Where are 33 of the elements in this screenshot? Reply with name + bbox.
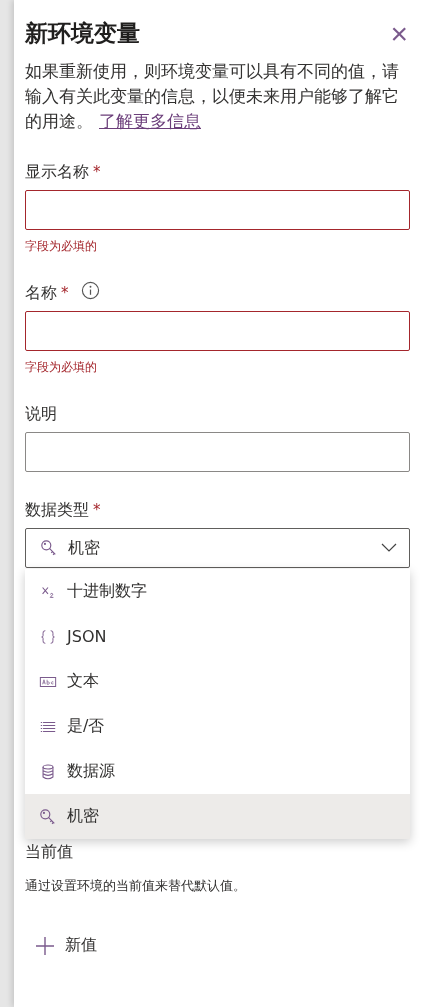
dropdown-option[interactable]: 数据源 bbox=[25, 749, 410, 794]
key-icon bbox=[40, 539, 58, 557]
section-description: 通过设置环境的当前值来替代默认值。 bbox=[25, 877, 246, 895]
plus-icon bbox=[35, 935, 55, 956]
field-label: 数据类型 bbox=[25, 499, 89, 521]
required-mark: * bbox=[93, 163, 101, 181]
database-icon bbox=[39, 762, 57, 781]
text-field[interactable] bbox=[25, 432, 410, 472]
learn-more-link[interactable]: 了解更多信息 bbox=[99, 111, 201, 131]
close-button[interactable]: × bbox=[388, 18, 410, 49]
dropdown-option[interactable]: JSON bbox=[25, 614, 410, 659]
info-icon[interactable] bbox=[80, 280, 100, 300]
field-label: 显示名称 bbox=[25, 161, 89, 183]
key-icon bbox=[39, 807, 57, 826]
section-title: 当前值 bbox=[25, 842, 73, 863]
required-mark: * bbox=[61, 284, 69, 302]
error-message: 字段为必填的 bbox=[25, 359, 98, 376]
text-field[interactable] bbox=[25, 311, 410, 351]
dropdown-option[interactable]: 文本 bbox=[25, 659, 410, 704]
field-label: 说明 bbox=[25, 403, 57, 425]
dropdown-option[interactable]: 十进制数字 bbox=[25, 569, 410, 614]
panel-description: 如果重新使用，则环境变量可以具有不同的值，请输入有关此变量的信息，以便未来用户能够了解它的用途。 了解更多信息 bbox=[25, 60, 400, 133]
error-message: 字段为必填的 bbox=[25, 238, 98, 255]
dropdown-option[interactable]: 是/否 bbox=[25, 704, 410, 749]
dropdown-option[interactable]: 机密 bbox=[25, 794, 410, 839]
field-label: 名称 bbox=[25, 282, 57, 304]
panel-title: 新环境变量 bbox=[25, 19, 140, 48]
required-mark: * bbox=[93, 501, 101, 519]
new-value-button[interactable]: 新值 bbox=[25, 935, 97, 956]
text-field[interactable] bbox=[25, 190, 410, 230]
data-type-dropdown[interactable]: 机密 bbox=[25, 528, 410, 568]
braces-icon bbox=[39, 627, 57, 646]
chevron-down-icon bbox=[381, 543, 397, 553]
